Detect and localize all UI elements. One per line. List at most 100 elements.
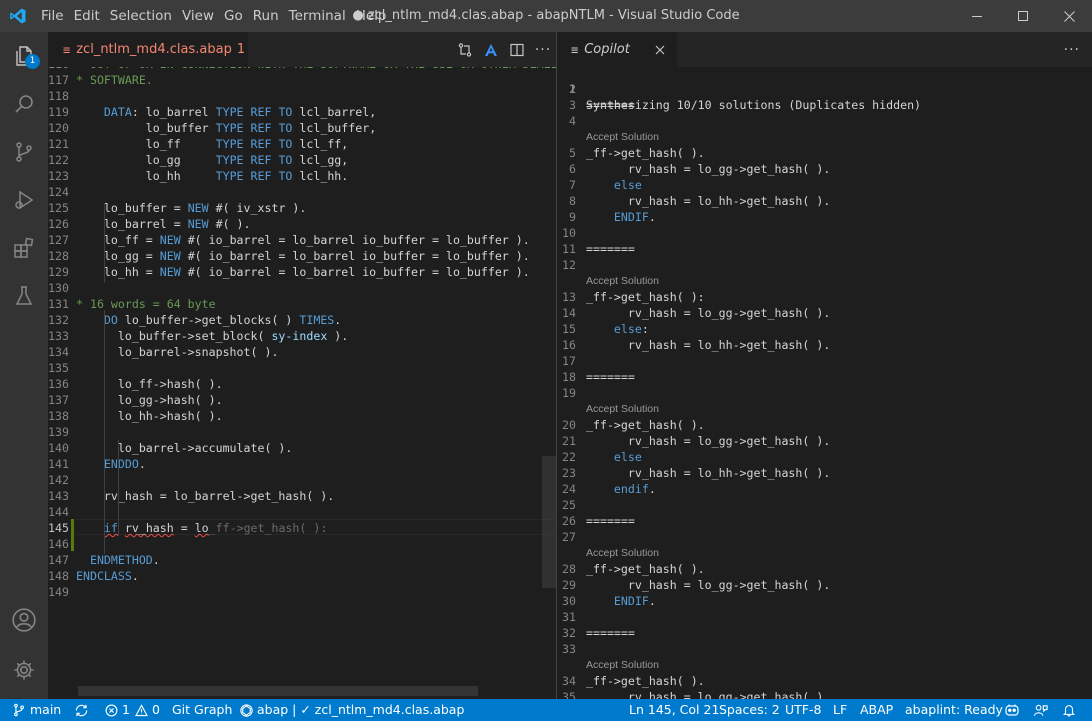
minimize-button[interactable] xyxy=(954,0,1000,32)
open-changes-button[interactable] xyxy=(452,32,478,67)
branch-indicator[interactable]: main xyxy=(12,699,61,721)
copilot-solutions-editor[interactable]: 1 Synthesizing 10/10 solutions (Duplicat… xyxy=(557,67,1092,699)
extensions-button[interactable] xyxy=(0,224,48,272)
search-button[interactable] xyxy=(0,80,48,128)
notifications-button[interactable] xyxy=(1062,699,1076,721)
eol-selector[interactable]: LF xyxy=(833,699,847,721)
line-number: 6 xyxy=(569,162,576,176)
line-number: 121 xyxy=(48,137,69,151)
menu-file[interactable]: File xyxy=(36,0,69,32)
line-text: rv_hash = lo_gg->get_hash( ). xyxy=(586,306,831,320)
run-debug-button[interactable] xyxy=(0,176,48,224)
line-text: _ff->get_hash( ). xyxy=(586,418,705,432)
maximize-button[interactable] xyxy=(1000,0,1046,32)
indentation-selector[interactable]: Spaces: 2 xyxy=(719,699,780,721)
problems-indicator[interactable]: 1 0 xyxy=(105,699,160,721)
line-number: 8 xyxy=(569,194,576,208)
line-text: ======= xyxy=(586,626,635,640)
sync-button[interactable] xyxy=(74,699,89,721)
abaplint-button[interactable] xyxy=(478,32,504,67)
split-editor-button[interactable] xyxy=(504,32,530,67)
error-count: 1 xyxy=(122,702,130,717)
warning-count: 0 xyxy=(151,702,160,717)
menu-go[interactable]: Go xyxy=(219,0,248,32)
menu-edit[interactable]: Edit xyxy=(69,0,105,32)
git-graph-button[interactable]: Git Graph xyxy=(172,699,232,721)
indent-guide xyxy=(104,310,105,554)
left-editor-tab-bar: ≡ zcl_ntlm_md4.clas.abap 1 ··· xyxy=(48,32,556,67)
accept-solution-link[interactable]: Accept Solution xyxy=(586,403,659,415)
explorer-badge: 1 xyxy=(25,54,40,69)
warning-icon xyxy=(134,703,148,716)
line-number: 118 xyxy=(48,89,69,103)
line-number: 14 xyxy=(562,306,576,320)
vertical-scrollbar[interactable] xyxy=(542,456,556,588)
line-text: rv_hash = lo_hh->get_hash( ). xyxy=(586,194,831,208)
horizontal-scrollbar[interactable] xyxy=(78,686,478,696)
title-bar: File Edit Selection View Go Run Terminal… xyxy=(0,0,1092,32)
line-text: rv_hash = lo_gg->get_hash( ). xyxy=(586,162,831,176)
menu-help[interactable]: Help xyxy=(351,0,392,32)
line-text: lo_gg->hash( ). xyxy=(76,393,223,407)
account-button[interactable] xyxy=(0,596,48,644)
accept-solution-link[interactable]: Accept Solution xyxy=(586,131,659,143)
abaplint-status[interactable]: abaplint: Ready xyxy=(905,699,1003,721)
code-line: 130 xyxy=(48,280,556,296)
line-text: else: xyxy=(613,322,649,336)
line-text: rv_hash = lo_gg->get_hash( ). xyxy=(586,690,831,699)
copilot-status-button[interactable] xyxy=(1004,699,1020,721)
more-actions-button[interactable]: ··· xyxy=(530,32,556,67)
accept-solution-link[interactable]: Accept Solution xyxy=(586,275,659,287)
tab-zcl-ntlm-md4[interactable]: ≡ zcl_ntlm_md4.clas.abap 1 xyxy=(48,32,248,67)
abap-context-label: abap | ✓ zcl_ntlm_md4.clas.abap xyxy=(257,702,465,717)
menu-selection[interactable]: Selection xyxy=(105,0,177,32)
line-number: 141 xyxy=(48,457,69,471)
testing-button[interactable] xyxy=(0,272,48,320)
close-icon xyxy=(1063,10,1075,22)
solution-line: 27 xyxy=(557,529,1065,545)
code-line: 120 lo_buffer TYPE REF TO lcl_buffer, xyxy=(48,120,556,136)
line-number: 11 xyxy=(562,242,576,256)
account-icon xyxy=(12,608,36,632)
solution-line: 10 xyxy=(557,225,1065,241)
solution-line: 20 _ff->get_hash( ). xyxy=(557,417,1065,433)
source-control-icon xyxy=(16,142,32,162)
encoding-selector[interactable]: UTF-8 xyxy=(785,699,821,721)
close-tab-icon[interactable] xyxy=(655,45,665,55)
right-editor-tab-bar: ≡ Copilot ··· xyxy=(557,32,1092,67)
solution-line: 33 xyxy=(557,641,1065,657)
live-share-button[interactable] xyxy=(1033,699,1048,721)
manage-button[interactable] xyxy=(0,646,48,694)
solution-line: 30 ENDIF. xyxy=(557,593,1065,609)
accept-solution-link[interactable]: Accept Solution xyxy=(586,659,659,671)
right-more-actions-button[interactable]: ··· xyxy=(1064,32,1080,67)
explorer-button[interactable]: 1 xyxy=(0,32,48,80)
line-number: 143 xyxy=(48,489,69,503)
line-text: lo_ff->hash( ). xyxy=(76,377,223,391)
line-number: 144 xyxy=(48,505,69,519)
source-control-button[interactable] xyxy=(0,128,48,176)
sync-icon xyxy=(75,704,88,716)
line-text: rv_hash = lo_gg->get_hash( ). xyxy=(586,578,831,592)
menu-run[interactable]: Run xyxy=(248,0,284,32)
solution-line: 6 rv_hash = lo_gg->get_hash( ). xyxy=(557,161,1065,177)
abap-context-indicator[interactable]: abap | ✓ zcl_ntlm_md4.clas.abap xyxy=(239,699,464,721)
maximize-icon xyxy=(1018,11,1028,21)
close-window-button[interactable] xyxy=(1046,0,1092,32)
left-code-editor[interactable]: 116* OUT OF OR IN CONNECTION WITH THE SO… xyxy=(48,67,556,699)
accept-solution-link[interactable]: Accept Solution xyxy=(586,547,659,559)
menu-terminal[interactable]: Terminal xyxy=(284,0,351,32)
menu-view[interactable]: View xyxy=(177,0,219,32)
copilot-tab-icon: ≡ xyxy=(571,42,579,57)
cursor-position[interactable]: Ln 145, Col 21 xyxy=(629,699,719,721)
language-mode-selector[interactable]: ABAP xyxy=(860,699,893,721)
tab-copilot[interactable]: ≡ Copilot xyxy=(557,32,677,67)
solution-line: 12 xyxy=(557,257,1065,273)
code-line: 122 lo_gg TYPE REF TO lcl_gg, xyxy=(48,152,556,168)
code-line: 137 lo_gg->hash( ). xyxy=(48,392,556,408)
line-text: lo_ff TYPE REF TO lcl_ff, xyxy=(76,137,349,151)
line-number: 140 xyxy=(48,441,69,455)
line-text: * 16 words = 64 byte xyxy=(76,297,216,311)
solution-line: 24 endif. xyxy=(557,481,1065,497)
editor-actions: ··· xyxy=(452,32,556,67)
